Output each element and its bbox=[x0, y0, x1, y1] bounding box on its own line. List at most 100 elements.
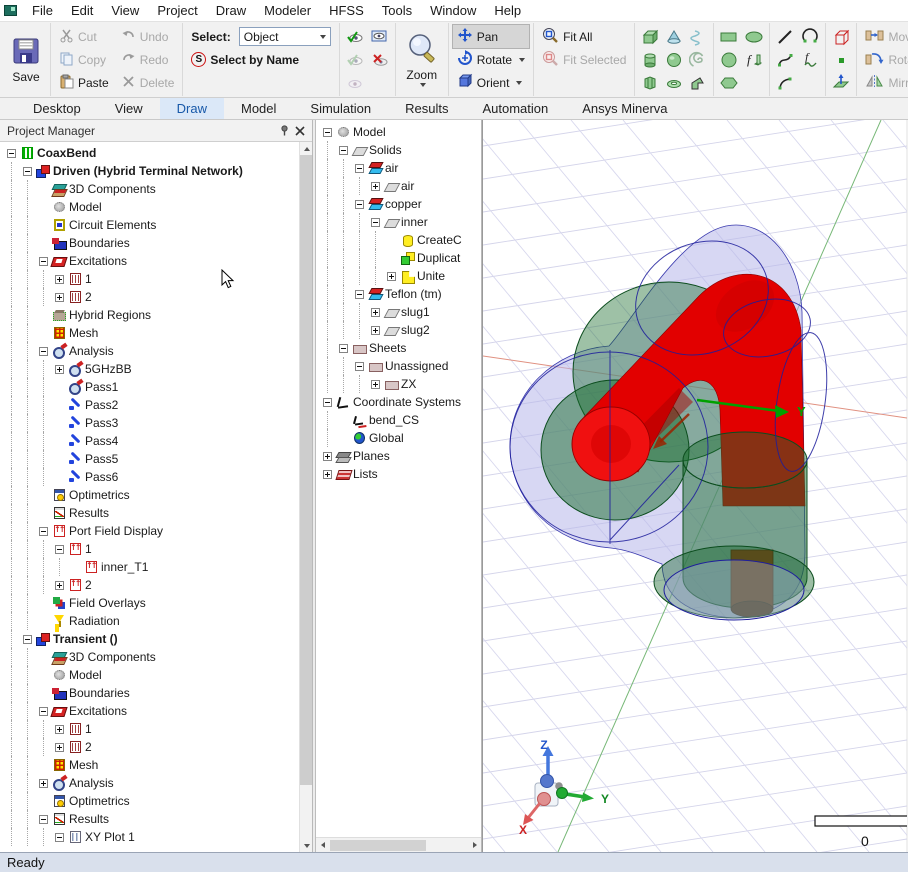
draw-plane-button[interactable] bbox=[830, 71, 852, 93]
tree-node-port-field-display[interactable]: Port Field Display bbox=[0, 522, 299, 540]
copy-button[interactable]: Copy bbox=[55, 48, 113, 71]
expander-minus-icon[interactable] bbox=[355, 290, 364, 299]
fit-selected-button[interactable]: Fit Selected bbox=[538, 48, 630, 71]
tree-node-coaxbend[interactable]: CoaxBend bbox=[0, 144, 299, 162]
tab-simulation[interactable]: Simulation bbox=[293, 98, 388, 119]
delete-button[interactable]: Delete bbox=[117, 71, 179, 94]
tree-node-pass1[interactable]: Pass1 bbox=[0, 378, 299, 396]
expander-minus-icon[interactable] bbox=[7, 149, 16, 158]
expander-minus-icon[interactable] bbox=[339, 146, 348, 155]
tree-node-planes[interactable]: Planes bbox=[316, 447, 481, 465]
paste-button[interactable]: Paste bbox=[55, 71, 113, 94]
expander-minus-icon[interactable] bbox=[355, 164, 364, 173]
mirror-button[interactable]: Mirror bbox=[861, 71, 908, 94]
expander-plus-icon[interactable] bbox=[371, 308, 380, 317]
tree-node-air[interactable]: air bbox=[316, 177, 481, 195]
tree-node-1[interactable]: 1 bbox=[0, 270, 299, 288]
tree-node-results[interactable]: Results bbox=[0, 504, 299, 522]
undo-button[interactable]: Undo bbox=[117, 25, 179, 48]
draw-helix-button[interactable] bbox=[687, 26, 709, 48]
draw-equation-surface-button[interactable]: f bbox=[743, 49, 765, 71]
tree-node-3d-components[interactable]: 3D Components bbox=[0, 180, 299, 198]
draw-box-button[interactable] bbox=[639, 26, 661, 48]
tree-node-analysis[interactable]: Analysis bbox=[0, 774, 299, 792]
menu-file[interactable]: File bbox=[23, 0, 62, 21]
tree-node-transient[interactable]: Transient () bbox=[0, 630, 299, 648]
tree-node-xy-plot-1[interactable]: XY Plot 1 bbox=[0, 828, 299, 846]
menu-edit[interactable]: Edit bbox=[62, 0, 102, 21]
draw-circle-button[interactable] bbox=[718, 49, 740, 71]
zoom-button[interactable]: Zoom bbox=[400, 31, 444, 88]
hide-selection-visibility-button[interactable] bbox=[369, 49, 391, 71]
tree-node-pass2[interactable]: Pass2 bbox=[0, 396, 299, 414]
expander-plus-icon[interactable] bbox=[371, 326, 380, 335]
cut-button[interactable]: Cut bbox=[55, 25, 113, 48]
expander-minus-icon[interactable] bbox=[323, 128, 332, 137]
expander-plus-icon[interactable] bbox=[55, 743, 64, 752]
expander-minus-icon[interactable] bbox=[23, 167, 32, 176]
tree-node-duplicat[interactable]: Duplicat bbox=[316, 249, 481, 267]
pin-icon[interactable] bbox=[276, 123, 292, 139]
tree-node-3d-components[interactable]: 3D Components bbox=[0, 648, 299, 666]
tree-node-pass3[interactable]: Pass3 bbox=[0, 414, 299, 432]
tree-node-mesh[interactable]: Mesh bbox=[0, 324, 299, 342]
expander-minus-icon[interactable] bbox=[39, 527, 48, 536]
tree-node-field-overlays[interactable]: Field Overlays bbox=[0, 594, 299, 612]
pan-button[interactable]: Pan bbox=[453, 25, 529, 48]
scroll-up-icon[interactable] bbox=[300, 142, 312, 155]
tree-node-createc[interactable]: CreateC bbox=[316, 231, 481, 249]
expander-plus-icon[interactable] bbox=[55, 581, 64, 590]
tab-automation[interactable]: Automation bbox=[465, 98, 565, 119]
tree-node-radiation[interactable]: Radiation bbox=[0, 612, 299, 630]
model-tree-hscrollbar[interactable] bbox=[316, 837, 481, 852]
menu-hfss[interactable]: HFSS bbox=[320, 0, 373, 21]
draw-polyhedron-button[interactable] bbox=[639, 72, 661, 94]
draw-spiral-button[interactable] bbox=[687, 49, 709, 71]
tab-desktop[interactable]: Desktop bbox=[16, 98, 98, 119]
rotate-transform-button[interactable]: Rotate bbox=[861, 48, 908, 71]
tree-node-boundaries[interactable]: Boundaries bbox=[0, 684, 299, 702]
project-tree-scrollbar[interactable] bbox=[299, 142, 312, 852]
tree-node-circuit-elements[interactable]: Circuit Elements bbox=[0, 216, 299, 234]
tree-node-unassigned[interactable]: Unassigned bbox=[316, 357, 481, 375]
orient-button[interactable]: Orient bbox=[453, 71, 529, 94]
expander-plus-icon[interactable] bbox=[371, 380, 380, 389]
show-selection-visibility-button[interactable] bbox=[344, 49, 366, 71]
expander-plus-icon[interactable] bbox=[323, 452, 332, 461]
tree-node-1[interactable]: 1 bbox=[0, 720, 299, 738]
expander-plus-icon[interactable] bbox=[55, 275, 64, 284]
select-by-name-button[interactable]: S Select by Name bbox=[187, 48, 334, 71]
tree-node-optimetrics[interactable]: Optimetrics bbox=[0, 792, 299, 810]
save-button[interactable]: Save bbox=[6, 35, 46, 85]
tree-node-optimetrics[interactable]: Optimetrics bbox=[0, 486, 299, 504]
expander-plus-icon[interactable] bbox=[323, 470, 332, 479]
expander-plus-icon[interactable] bbox=[55, 365, 64, 374]
tree-node-pass4[interactable]: Pass4 bbox=[0, 432, 299, 450]
expander-minus-icon[interactable] bbox=[39, 347, 48, 356]
scrollbar-thumb[interactable] bbox=[300, 155, 312, 785]
expander-minus-icon[interactable] bbox=[355, 362, 364, 371]
menu-view[interactable]: View bbox=[102, 0, 148, 21]
tree-node-sheets[interactable]: Sheets bbox=[316, 339, 481, 357]
move-button[interactable]: Move bbox=[861, 25, 908, 48]
tree-node-slug1[interactable]: slug1 bbox=[316, 303, 481, 321]
hide-all-visibility-button[interactable] bbox=[344, 72, 366, 94]
draw-spline-button[interactable] bbox=[774, 49, 796, 71]
draw-region-button[interactable] bbox=[830, 27, 852, 49]
expander-minus-icon[interactable] bbox=[355, 200, 364, 209]
hscrollbar-thumb[interactable] bbox=[330, 840, 426, 851]
tree-node-inner[interactable]: inner bbox=[316, 213, 481, 231]
menu-project[interactable]: Project bbox=[148, 0, 206, 21]
tree-node-excitations[interactable]: Excitations bbox=[0, 252, 299, 270]
tree-node-model[interactable]: Model bbox=[0, 198, 299, 216]
tree-node-analysis[interactable]: Analysis bbox=[0, 342, 299, 360]
tree-node-pass6[interactable]: Pass6 bbox=[0, 468, 299, 486]
expander-minus-icon[interactable] bbox=[339, 344, 348, 353]
fit-all-button[interactable]: Fit All bbox=[538, 25, 630, 48]
tree-node-1[interactable]: 1 bbox=[0, 540, 299, 558]
tree-node-excitations[interactable]: Excitations bbox=[0, 702, 299, 720]
tree-node-boundaries[interactable]: Boundaries bbox=[0, 234, 299, 252]
expander-plus-icon[interactable] bbox=[39, 779, 48, 788]
tree-node-slug2[interactable]: slug2 bbox=[316, 321, 481, 339]
tree-node-zx[interactable]: ZX bbox=[316, 375, 481, 393]
